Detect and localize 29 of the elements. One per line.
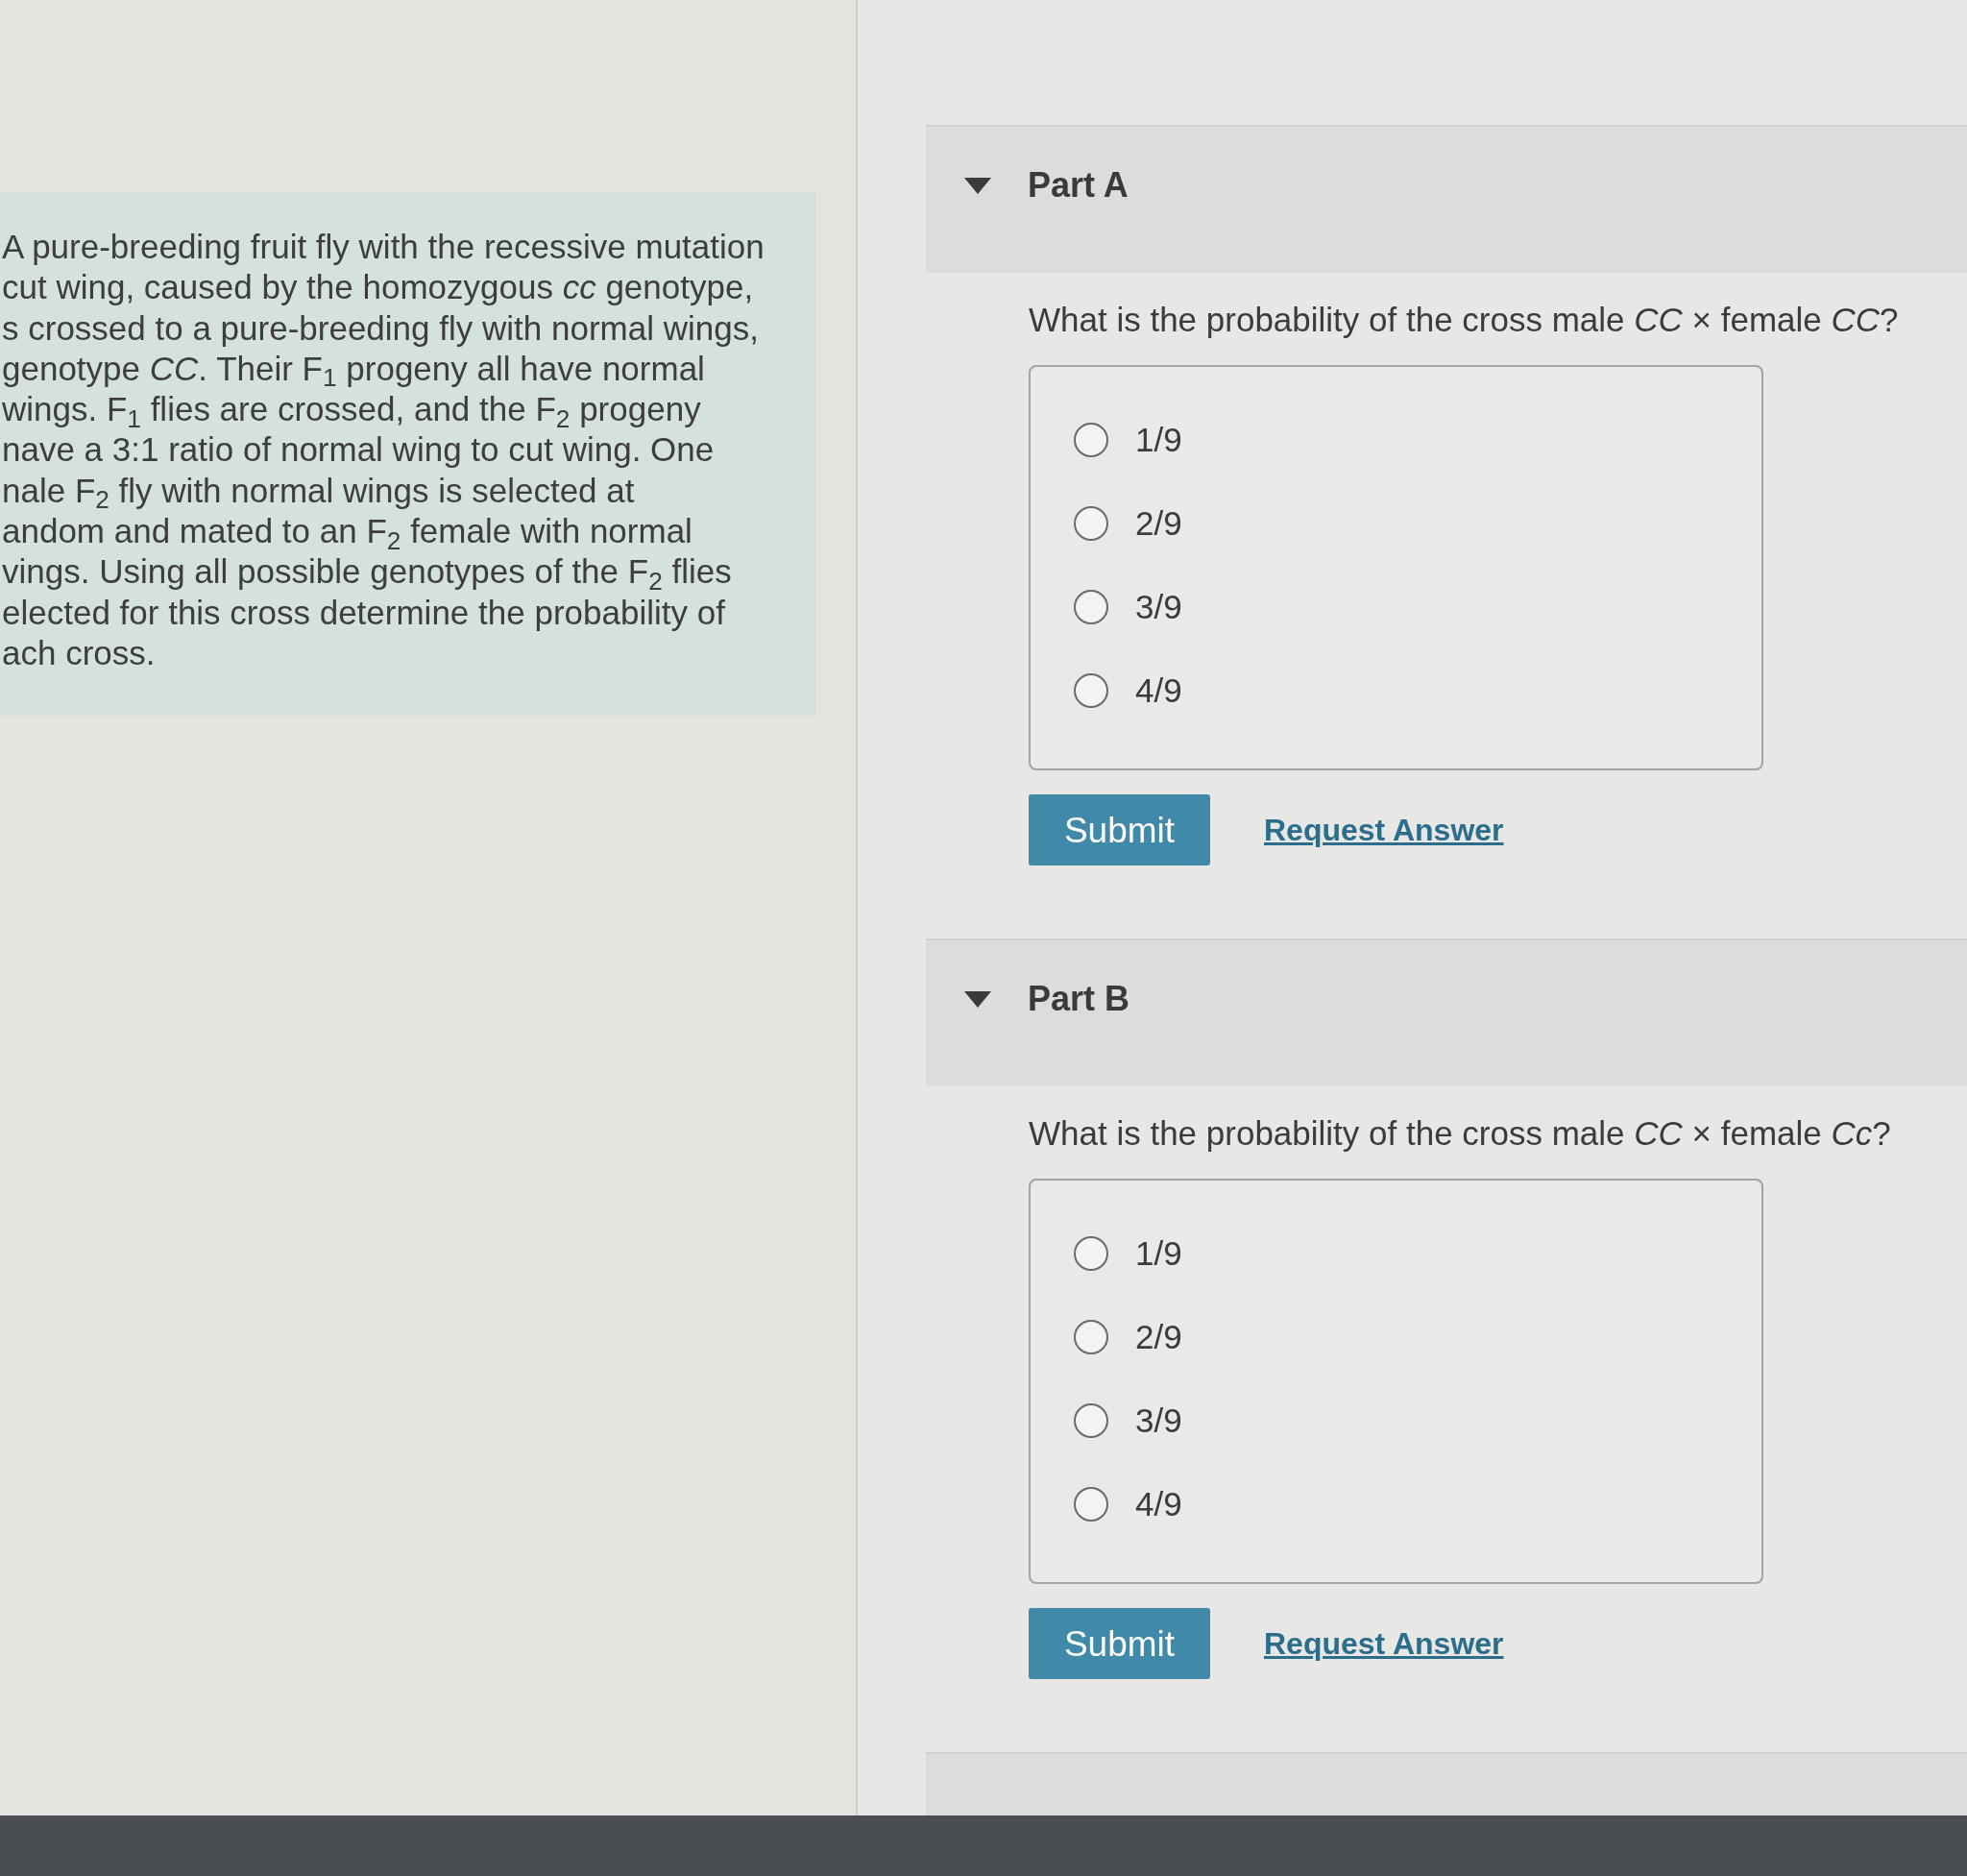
caret-icon[interactable] — [964, 991, 991, 1008]
option-label[interactable]: 2/9 — [1135, 1316, 1182, 1357]
radio-button[interactable] — [1074, 422, 1108, 457]
radio-button[interactable] — [1074, 1319, 1108, 1354]
caret-icon[interactable] — [964, 178, 991, 194]
radio-button[interactable] — [1074, 1235, 1108, 1271]
request-answer-link[interactable]: Request Answer — [1264, 1620, 1504, 1667]
radio-button[interactable] — [1074, 1486, 1108, 1522]
submit-button[interactable]: Submit — [1029, 794, 1210, 865]
submit-button[interactable]: Submit — [1029, 1608, 1210, 1679]
request-answer-link[interactable]: Request Answer — [1264, 807, 1504, 853]
option-label[interactable]: 2/9 — [1135, 502, 1182, 544]
radio-button[interactable] — [1074, 1402, 1108, 1438]
section-header[interactable]: Part B — [926, 938, 1967, 1086]
radio-button[interactable] — [1074, 672, 1108, 708]
option-label[interactable]: 1/9 — [1135, 1232, 1182, 1274]
question-text: What is the probability of the cross male CC × female Cc? — [1029, 1113, 1891, 1154]
section-header[interactable]: Part A — [926, 125, 1967, 273]
radio-button[interactable] — [1074, 589, 1108, 624]
radio-button[interactable] — [1074, 505, 1108, 541]
question-text: What is the probability of the cross male CC × female CC? — [1029, 300, 1899, 340]
part-title: Part B — [1028, 979, 1130, 1019]
part-title: Part A — [1028, 165, 1129, 206]
option-label[interactable]: 1/9 — [1135, 419, 1182, 460]
option-label[interactable]: 4/9 — [1135, 670, 1182, 711]
problem-text: A pure-breeding fruit fly with the recessive mutation cut wing, caused by the homozygous cc genotype, s crossed to a pure-breeding fly with normal wings, genotype CC. Their F$_{1}$ progeny all have normal wings. F$_{1}$ flies are crossed, and the F$_{2}$ progeny nave a 3:1 ratio of normal wing to cut wing. One nale F$_{2}$ fly with normal wings is selected at andom and mated to an F$_{2}$ female with normal vings. Using all possible genotypes of the F$_{2}$ flies elected for this cross determine the probability of ach cross. — [2, 227, 765, 673]
option-label[interactable]: 3/9 — [1135, 1400, 1182, 1441]
option-label[interactable]: 3/9 — [1135, 586, 1182, 627]
option-label[interactable]: 4/9 — [1135, 1483, 1182, 1524]
